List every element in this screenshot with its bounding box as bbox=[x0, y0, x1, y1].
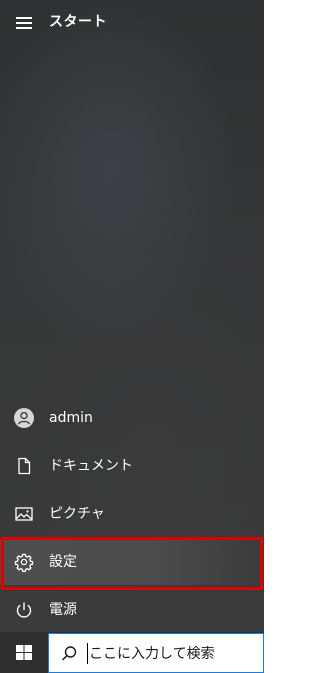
text-caret bbox=[87, 643, 88, 664]
search-icon bbox=[59, 644, 79, 664]
menu-item-label: ドキュメント bbox=[49, 458, 133, 474]
start-button[interactable] bbox=[0, 632, 48, 673]
hamburger-menu-icon[interactable] bbox=[13, 14, 37, 32]
start-menu: スタート admin ドキュメント ピクチャ 設定 電源 bbox=[0, 0, 264, 632]
gear-icon bbox=[14, 552, 34, 573]
menu-item-label: 電源 bbox=[49, 602, 77, 618]
menu-item-documents[interactable]: ドキュメント bbox=[0, 443, 264, 489]
menu-item-power[interactable]: 電源 bbox=[0, 587, 264, 633]
taskbar: ここに入力して検索 bbox=[0, 632, 264, 673]
menu-item-pictures[interactable]: ピクチャ bbox=[0, 491, 264, 537]
user-avatar-icon bbox=[14, 408, 34, 428]
start-menu-title: スタート bbox=[49, 14, 107, 30]
windows-logo-icon bbox=[16, 645, 32, 660]
menu-item-settings[interactable]: 設定 bbox=[0, 539, 264, 585]
pictures-icon bbox=[14, 504, 34, 524]
document-icon bbox=[14, 456, 34, 476]
menu-item-label: 設定 bbox=[49, 554, 77, 570]
start-menu-header: スタート bbox=[0, 0, 264, 44]
menu-item-label: admin bbox=[49, 410, 93, 426]
menu-item-admin[interactable]: admin bbox=[0, 395, 264, 441]
menu-item-label: ピクチャ bbox=[49, 506, 105, 522]
search-input[interactable]: ここに入力して検索 bbox=[48, 633, 264, 673]
power-icon bbox=[14, 600, 34, 620]
screen: スタート admin ドキュメント ピクチャ 設定 電源 ここに入力して検索 bbox=[0, 0, 264, 673]
search-placeholder: ここに入力して検索 bbox=[89, 646, 215, 662]
